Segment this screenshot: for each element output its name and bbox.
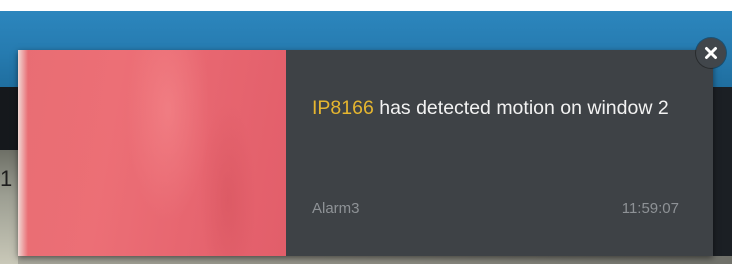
alert-message: IP8166 has detected motion on window 2	[312, 94, 682, 122]
motion-alert-notification[interactable]: IP8166 has detected motion on window 2 A…	[18, 50, 713, 256]
close-icon	[705, 47, 717, 59]
alert-message-text: has detected motion on window 2	[373, 97, 669, 119]
top-strip	[0, 0, 732, 11]
event-snapshot-image[interactable]	[18, 50, 286, 256]
snapshot-edge	[18, 50, 28, 256]
close-button[interactable]	[696, 38, 726, 68]
background-video-strip	[18, 256, 732, 264]
background-video-glyph: 1	[0, 166, 13, 191]
alert-timestamp: 11:59:07	[621, 200, 679, 217]
camera-name[interactable]: IP8166	[312, 97, 374, 119]
alert-source-label: Alarm3	[312, 200, 360, 217]
